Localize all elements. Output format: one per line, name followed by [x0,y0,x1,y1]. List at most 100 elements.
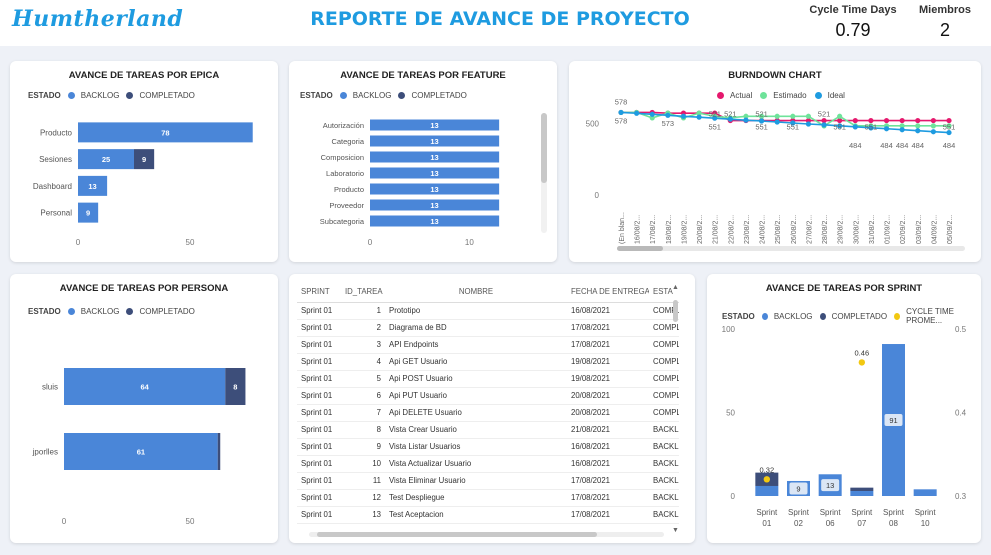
table-cell: 20/08/2021 [567,387,649,405]
table-row[interactable]: Sprint 01 5 Api POST Usuario 19/08/2021 COMP… [297,370,679,388]
table-cell: Vista Eliminar Usuario [385,472,567,490]
chart-epica-svg: 0 50 Producto 78 Sesiones 25 9 Dashboard 13 Perso… [33,122,253,247]
data-label: 551 [865,122,878,131]
table-cell: 12 [341,489,385,507]
table-cell: 20/08/2021 [567,404,649,422]
column-header-id-tarea[interactable]: ID_TAREA [341,282,385,303]
table-row[interactable]: Sprint 013API Endpoints17/08/2021COMPLE [297,336,679,354]
table-cell: Test Aceptacion [385,506,567,524]
table-cell: Api GET Usuario [385,353,567,371]
point-label: 0.32 [760,465,775,474]
table-row[interactable]: Sprint 01 11 Vista Eliminar Usuario 17/08/2… [297,472,679,490]
x-tick-label: 31/08/2... [869,215,876,244]
series-point-actual [899,117,905,124]
y-tick-label: 0 [731,492,736,501]
burndown-hscrollbar[interactable] [617,246,965,251]
card-burndown[interactable]: BURNDOWN CHART Actual Estimado Ideal 0 50… [569,61,981,262]
x-tick-label: 29/08/2... [838,215,845,244]
scroll-up-icon[interactable]: ▲ [672,284,679,291]
data-label: 78 [161,128,169,137]
series-point-ideal [696,114,702,120]
x-tick-label: (En blan... [619,212,626,244]
card-sprint[interactable]: AVANCE DE TAREAS POR SPRINT ESTADO BACKL… [707,274,981,543]
table-hscrollbar-thumb[interactable] [317,532,597,537]
series-point-ideal [680,113,687,119]
series-point-estimado [805,113,812,119]
scroll-down-icon[interactable]: ▼ [672,527,679,534]
category-label: Laboratorio [326,169,364,178]
table-cell: Sprint 01 [297,489,341,507]
data-label: 484 [880,141,893,150]
column-header-nombre[interactable]: NOMBRE [385,282,567,303]
category-label: Personal [40,209,72,218]
series-point-ideal [821,122,827,128]
table-cell: Api PUT Usuario [385,387,567,405]
table-hscrollbar[interactable] [309,532,664,537]
table-row[interactable]: Sprint 014Api GET Usuario19/08/2021COMPL… [297,353,679,371]
series-point-ideal [665,112,671,118]
category-label: Dashboard [33,182,72,191]
data-label: 484 [943,141,956,150]
card-task-table[interactable]: SPRINT ID_TAREA NOMBRE FECHA DE ENTREGA … [289,274,695,543]
burndown-hscrollbar-thumb[interactable] [617,246,663,251]
feature-scrollbar[interactable] [541,113,547,233]
data-label: 484 [896,141,909,150]
x-tick-label: 19/08/2... [681,215,688,244]
x-tick-label: 0 [76,238,81,247]
kpi-cycle-time-value: 0.79 [835,20,871,40]
kpi-members-value: 2 [939,20,950,40]
chart-feature-svg: 0 10 Autorización 13 Categoria 13 Composicion 1… [320,119,500,247]
table-vscrollbar-thumb[interactable] [673,300,678,322]
table-vscrollbar[interactable]: ▲ ▼ [672,284,680,534]
table-row[interactable]: Sprint 01 7 Api DELETE Usuario 20/08/2021 CO… [297,404,679,422]
data-label: 25 [102,155,110,164]
table-cell: 4 [341,353,385,371]
series-point-estimado [837,113,843,119]
table-row[interactable]: Sprint 01 13 Test Aceptacion 17/08/2021 BACK… [297,506,679,524]
table-cell: Sprint 01 [297,455,341,473]
header-bar: Humtherland REPORTE DE AVANCE DE PROYECT… [0,0,991,46]
table-cell: Api DELETE Usuario [385,404,567,422]
table-row[interactable]: Sprint 011Prototipo16/08/2021COMPLE [297,302,679,320]
data-label: 484 [912,141,925,150]
x-tick-label: 24/08/2... [760,215,767,244]
table-row[interactable]: Sprint 01 8 Vista Crear Usuario 21/08/2021 B… [297,421,679,439]
card-persona[interactable]: AVANCE DE TAREAS POR PERSONA ESTADO BACK… [10,274,278,543]
x-tick-label: 30/08/2... [853,215,860,244]
x-tick-label: 25/08/2... [775,215,782,244]
table-cell: 11 [341,472,385,490]
table-row[interactable]: Sprint 016Api PUT Usuario20/08/2021COMPL… [297,387,679,405]
column-header-fecha[interactable]: FECHA DE ENTREGA [567,282,649,303]
data-label: 13 [430,169,438,178]
table-row[interactable]: Sprint 012Diagrama de BD17/08/2021COMPLE [297,319,679,337]
y-tick-label: 50 [726,409,735,418]
y-tick-label: 0 [595,191,600,200]
category-label: Autorización [323,121,364,130]
x-tick-label: 10 [921,519,930,528]
category-label: Sesiones [39,155,72,164]
table-cell: 1 [341,302,385,320]
y2-tick-label: 0.3 [955,492,967,501]
table-cell: 8 [341,421,385,439]
x-tick-label: Sprint [915,508,937,517]
table-cell: 5 [341,370,385,388]
table-cell: Vista Listar Usuarios [385,438,567,456]
task-table[interactable]: SPRINT ID_TAREA NOMBRE FECHA DE ENTREGA … [297,282,679,536]
data-label: 551 [943,122,956,131]
table-row[interactable]: Sprint 01 9 Vista Listar Usuarios 16/08/202… [297,438,679,456]
column-header-sprint[interactable]: SPRINT [297,282,341,303]
data-label: 484 [849,141,862,150]
data-label: 13 [430,137,438,146]
table-cell: Sprint 01 [297,370,341,388]
x-tick-label: 07 [857,519,866,528]
card-feature[interactable]: AVANCE DE TAREAS POR FEATURE ESTADO BACK… [289,61,557,262]
table-cell: 3 [341,336,385,354]
table-row[interactable]: Sprint 01 10 Vista Actualizar Usuario 16/08… [297,455,679,473]
table-row[interactable]: Sprint 01 12 Test Despliegue 17/08/2021 BACK… [297,489,679,507]
card-epica[interactable]: AVANCE DE TAREAS POR EPICA ESTADO BACKLO… [10,61,278,262]
feature-scrollbar-thumb[interactable] [541,113,547,183]
category-label: Producto [40,128,73,137]
bar-segment-completado [850,487,874,491]
table-cell: Sprint 01 [297,302,341,320]
x-tick-label: 20/08/2... [697,215,704,244]
